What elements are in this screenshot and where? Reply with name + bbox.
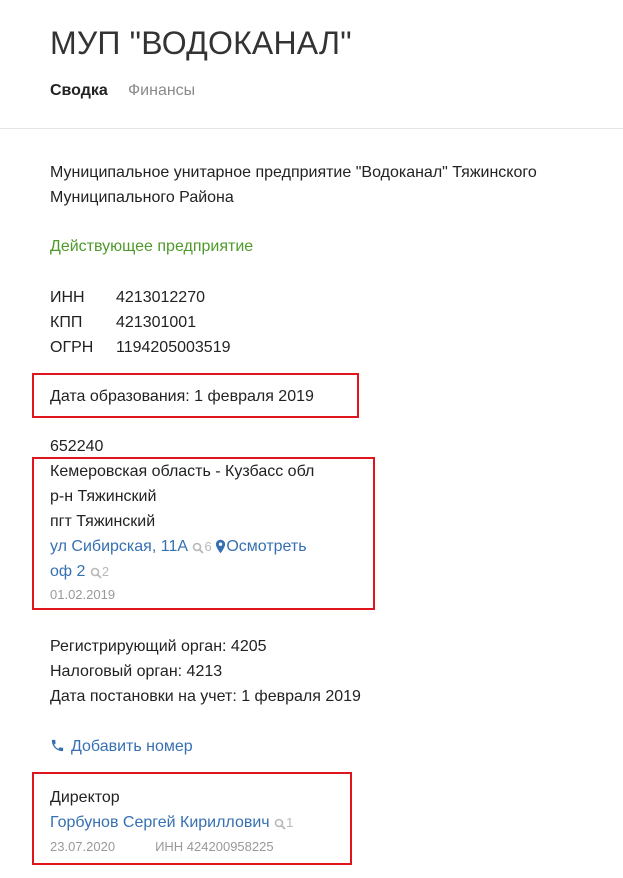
requisites-block: ИНН 4213012270 КПП 421301001 ОГРН 119420500… <box>50 285 231 360</box>
tab-summary[interactable]: Сводка <box>50 82 108 100</box>
requisite-label: ИНН <box>50 289 85 306</box>
address-street-row: ул Сибирская, 11А 6 Осмотреть <box>50 534 314 559</box>
view-on-map-label: Осмотреть <box>226 538 307 555</box>
requisite-value: 421301001 <box>116 314 197 331</box>
company-full-name: Муниципальное унитарное предприятие "Вод… <box>50 160 537 210</box>
company-status: Действующее предприятие <box>50 238 254 255</box>
authorities-block: Регистрирующий орган: 4205 Налоговый орг… <box>50 634 361 709</box>
tab-finances[interactable]: Финансы <box>128 82 195 100</box>
street-search-badge[interactable]: 6 <box>192 539 215 554</box>
requisite-value: 4213012270 <box>116 289 205 306</box>
search-icon <box>274 818 286 830</box>
director-date: 23.07.2020 <box>50 839 116 854</box>
tax-authority: Налоговый орган: 4213 <box>50 663 223 680</box>
tax-registration-date: Дата постановки на учет: 1 февраля 2019 <box>50 688 361 705</box>
director-role: Директор <box>50 789 120 806</box>
director-meta: 23.07.2020 ИНН 424200958225 <box>50 835 293 859</box>
street-search-count: 6 <box>204 539 212 554</box>
office-search-badge[interactable]: 2 <box>90 564 109 579</box>
search-icon <box>90 567 102 579</box>
address-region: Кемеровская область - Кузбасс обл <box>50 463 315 480</box>
requisite-inn: ИНН 4213012270 <box>50 285 231 310</box>
header-divider <box>0 128 623 129</box>
director-inn: ИНН 424200958225 <box>155 839 274 854</box>
founded-date: Дата образования: 1 февраля 2019 <box>50 388 314 405</box>
view-on-map-link[interactable]: Осмотреть <box>215 538 307 555</box>
page-title: МУП "ВОДОКАНАЛ" <box>50 25 352 61</box>
phone-icon <box>51 739 64 751</box>
director-name-link[interactable]: Горбунов Сергей Кириллович <box>50 814 270 831</box>
address-settlement: пгт Тяжинский <box>50 513 156 530</box>
director-name-row: Горбунов Сергей Кириллович 1 <box>50 810 293 835</box>
director-search-count: 1 <box>286 815 294 830</box>
requisite-kpp: КПП 421301001 <box>50 310 231 335</box>
search-icon <box>193 542 205 554</box>
requisite-label: КПП <box>50 314 83 331</box>
address-postcode: 652240 <box>50 438 104 455</box>
address-office-row: оф 2 2 <box>50 559 314 584</box>
map-pin-icon <box>216 540 226 554</box>
director-search-badge[interactable]: 1 <box>274 815 293 830</box>
add-phone-link[interactable]: Добавить номер <box>50 734 193 759</box>
address-block: Кемеровская область - Кузбасс обл р-н Тя… <box>50 459 314 606</box>
company-full-name-line1: Муниципальное унитарное предприятие "Вод… <box>50 164 537 181</box>
address-office-link[interactable]: оф 2 <box>50 563 85 580</box>
company-full-name-line2: Муниципального Района <box>50 189 234 206</box>
requisite-label: ОГРН <box>50 339 94 356</box>
address-street-link[interactable]: ул Сибирская, 11А <box>50 538 188 555</box>
requisite-ogrn: ОГРН 1194205003519 <box>50 335 231 360</box>
add-phone-label: Добавить номер <box>71 738 193 755</box>
office-search-count: 2 <box>101 564 110 579</box>
director-block: Директор Горбунов Сергей Кириллович 1 23… <box>50 785 293 859</box>
address-date: 01.02.2019 <box>50 587 116 602</box>
registering-authority: Регистрирующий орган: 4205 <box>50 638 267 655</box>
address-district: р-н Тяжинский <box>50 488 157 505</box>
requisite-value: 1194205003519 <box>116 339 231 356</box>
